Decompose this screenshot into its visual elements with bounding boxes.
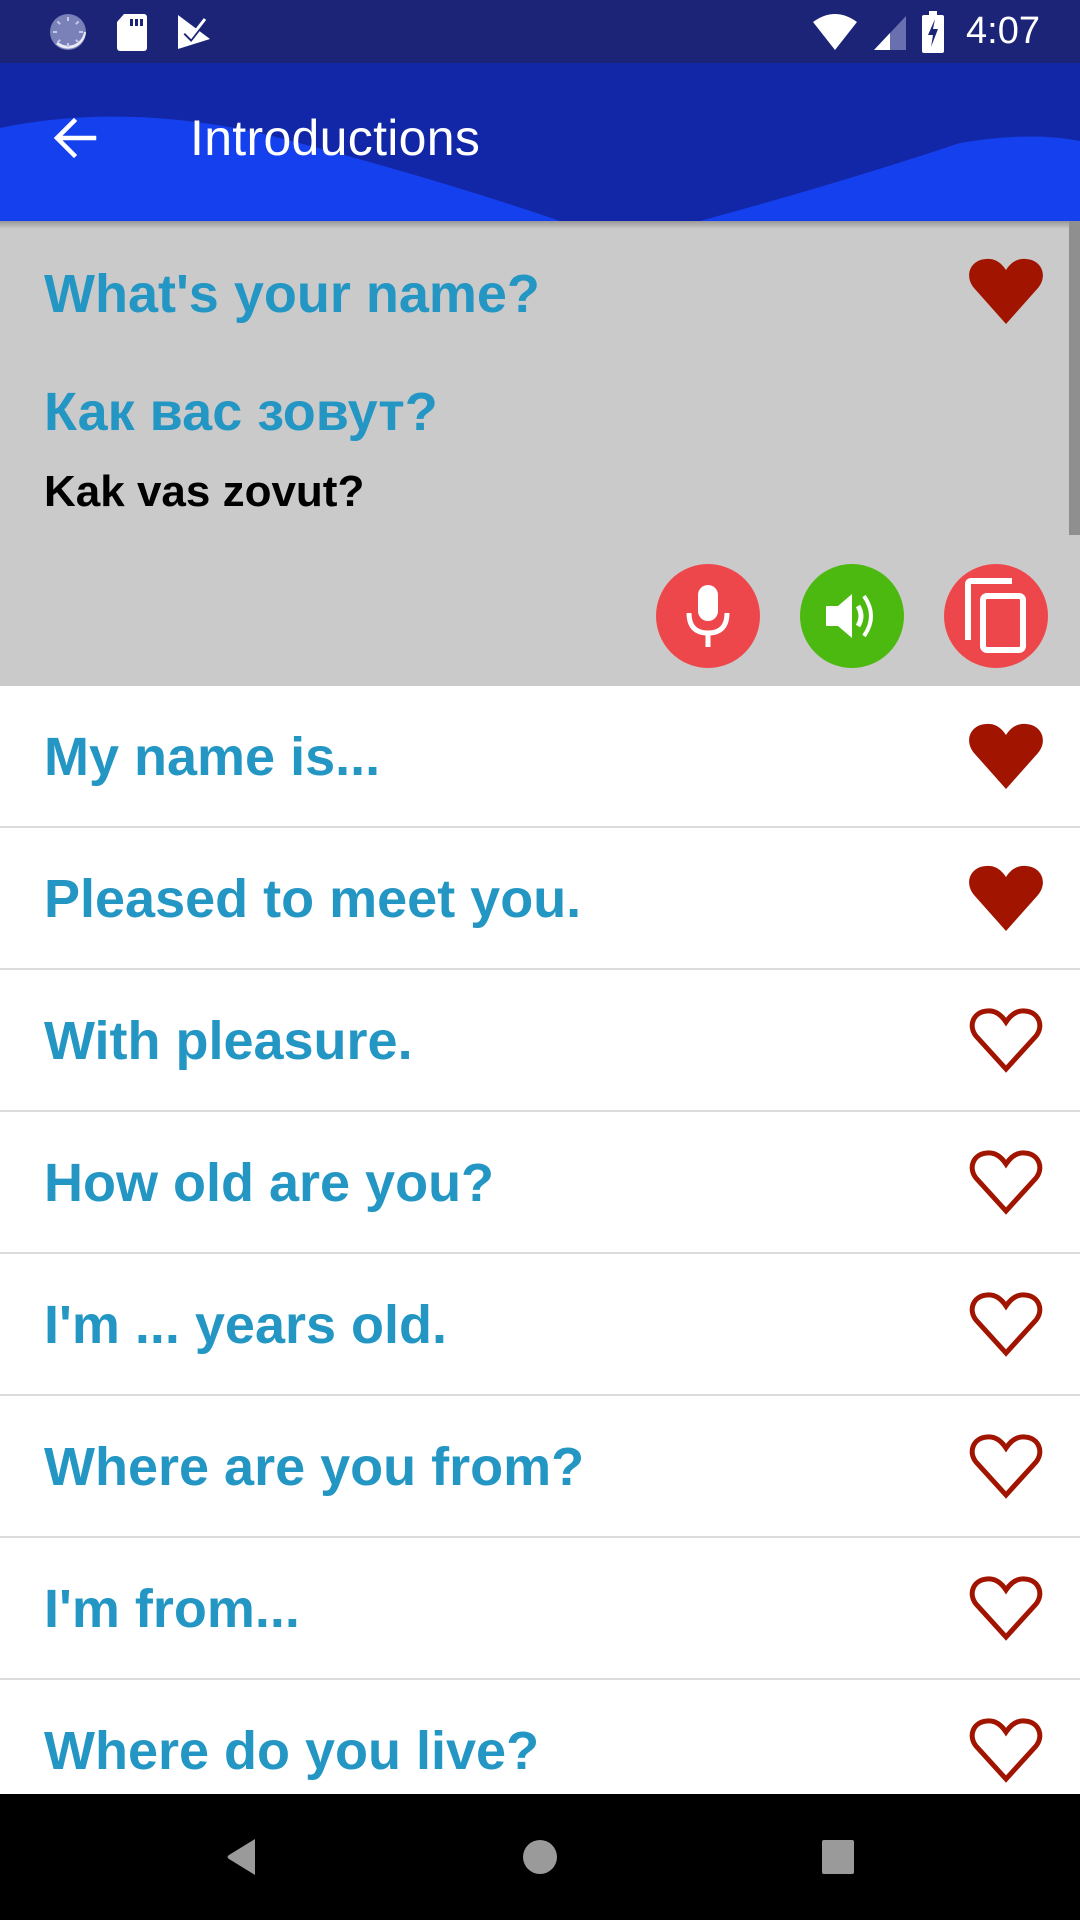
phrase-list-item[interactable]: With pleasure. [0,970,1080,1112]
heart-outline-icon [969,1576,1043,1641]
heart-outline-icon [969,1150,1043,1215]
battery-charging-icon [922,10,945,53]
favorite-button[interactable] [966,1426,1046,1506]
square-recents-icon [822,1840,854,1874]
page-title: Introductions [190,110,481,166]
back-button[interactable] [40,103,110,173]
phrase-list: My name is... Pleased to meet you. With … [0,686,1080,1822]
phrase-english: What's your name? [44,264,540,324]
heart-outline-icon [969,1292,1043,1357]
status-left-icons [0,12,212,52]
phrase-list-item[interactable]: How old are you? [0,1112,1080,1254]
phrase-transliteration: Kak vas zovut? [44,467,365,516]
phrase-text: With pleasure. [44,1011,413,1071]
phrase-russian: Как вас зовут? [44,382,438,442]
scrollbar[interactable] [1069,221,1080,535]
nav-back-button[interactable] [212,1827,272,1887]
microphone-icon [686,585,730,647]
heart-filled-icon [969,865,1043,931]
heart-outline-icon [969,1434,1043,1499]
expanded-phrase-card[interactable]: What's your name? Как вас зовут? Kak vas… [0,221,1080,686]
heart-outline-icon [969,1718,1043,1783]
favorite-button[interactable] [966,1000,1046,1080]
nav-recents-button[interactable] [808,1827,868,1887]
phrase-text: I'm ... years old. [44,1295,447,1355]
arrow-left-icon [53,117,97,159]
status-time: 4:07 [966,10,1040,52]
loading-spinner-icon [48,12,88,52]
phrase-list-item[interactable]: Where are you from? [0,1396,1080,1538]
status-right-icons: 4:07 [812,10,1080,53]
speaker-icon [826,594,873,638]
status-bar: 4:07 [0,0,1080,63]
copy-button[interactable] [944,564,1048,668]
record-button[interactable] [656,564,760,668]
favorite-button[interactable] [966,1142,1046,1222]
sd-card-icon [116,12,148,52]
phrase-text: My name is... [44,727,381,787]
system-navigation-bar [0,1794,1080,1920]
phrase-list-item[interactable]: Pleased to meet you. [0,828,1080,970]
play-audio-button[interactable] [800,564,904,668]
heart-filled-icon [969,258,1043,324]
phrase-text: Where do you live? [44,1721,540,1781]
nav-home-button[interactable] [510,1827,570,1887]
task-check-icon [176,13,212,51]
app-bar-wave-background [0,63,1080,221]
favorite-button[interactable] [966,1710,1046,1790]
phrase-text: How old are you? [44,1153,495,1213]
app-bar: Introductions [0,63,1080,221]
favorite-button[interactable] [966,1568,1046,1648]
heart-filled-icon [969,723,1043,789]
app-bar-shadow [0,221,1080,229]
triangle-back-icon [227,1839,255,1875]
copy-icon [965,578,1026,653]
cell-signal-icon [872,12,908,52]
phrase-list-item[interactable]: My name is... [0,686,1080,828]
favorite-button[interactable] [966,716,1046,796]
favorite-button[interactable] [966,1284,1046,1364]
phrase-text: Where are you from? [44,1437,585,1497]
favorite-button[interactable] [966,858,1046,938]
phrase-text: I'm from... [44,1579,300,1639]
phrase-list-item[interactable]: I'm ... years old. [0,1254,1080,1396]
phrase-list-item[interactable]: I'm from... [0,1538,1080,1680]
favorite-button[interactable] [966,251,1046,331]
circle-home-icon [523,1840,557,1874]
phrase-text: Pleased to meet you. [44,869,582,929]
wifi-icon [812,12,858,52]
heart-outline-icon [969,1008,1043,1073]
